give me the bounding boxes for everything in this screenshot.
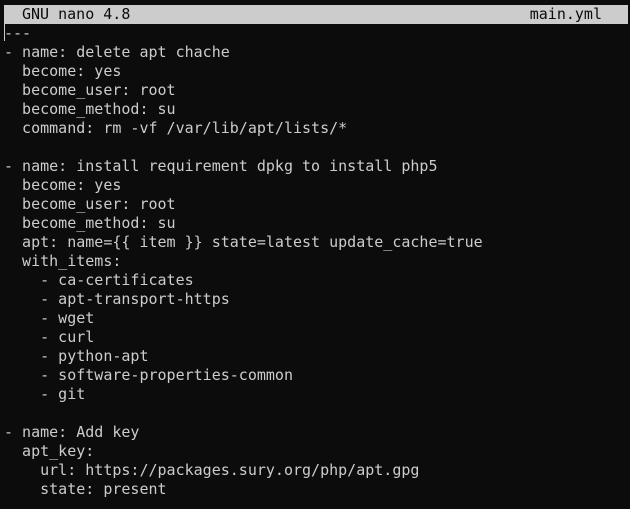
- file-name: main.yml: [529, 5, 602, 23]
- text-buffer[interactable]: --- - name: delete apt chache become: ye…: [4, 24, 630, 499]
- buffer-line[interactable]: - name: delete apt chache: [4, 43, 630, 62]
- buffer-line[interactable]: - ca-certificates: [4, 271, 630, 290]
- buffer-line[interactable]: apt: name={{ item }} state=latest update…: [4, 233, 630, 252]
- nano-title-bar: GNU nano 4.8 main.yml: [4, 5, 628, 24]
- buffer-line[interactable]: state: present: [4, 480, 630, 499]
- buffer-line[interactable]: - curl: [4, 328, 630, 347]
- buffer-line[interactable]: url: https://packages.sury.org/php/apt.g…: [4, 461, 630, 480]
- terminal-window: GNU nano 4.8 main.yml --- - name: delete…: [0, 0, 630, 509]
- buffer-line[interactable]: - git: [4, 385, 630, 404]
- buffer-line[interactable]: [4, 138, 630, 157]
- buffer-line[interactable]: - apt-transport-https: [4, 290, 630, 309]
- buffer-line[interactable]: command: rm -vf /var/lib/apt/lists/*: [4, 119, 630, 138]
- buffer-line[interactable]: become_method: su: [4, 214, 630, 233]
- buffer-line[interactable]: become: yes: [4, 62, 630, 81]
- buffer-line[interactable]: apt_key:: [4, 442, 630, 461]
- buffer-line[interactable]: [4, 404, 630, 423]
- buffer-line[interactable]: become_user: root: [4, 195, 630, 214]
- buffer-line[interactable]: ---: [4, 24, 630, 43]
- buffer-line[interactable]: - python-apt: [4, 347, 630, 366]
- buffer-line[interactable]: become_method: su: [4, 100, 630, 119]
- buffer-line[interactable]: - wget: [4, 309, 630, 328]
- buffer-line[interactable]: become: yes: [4, 176, 630, 195]
- buffer-line[interactable]: become_user: root: [4, 81, 630, 100]
- buffer-line[interactable]: - name: Add key: [4, 423, 630, 442]
- editor-name: GNU nano 4.8: [22, 5, 131, 23]
- buffer-line[interactable]: - name: install requirement dpkg to inst…: [4, 157, 630, 176]
- buffer-line[interactable]: - software-properties-common: [4, 366, 630, 385]
- buffer-line[interactable]: with_items:: [4, 252, 630, 271]
